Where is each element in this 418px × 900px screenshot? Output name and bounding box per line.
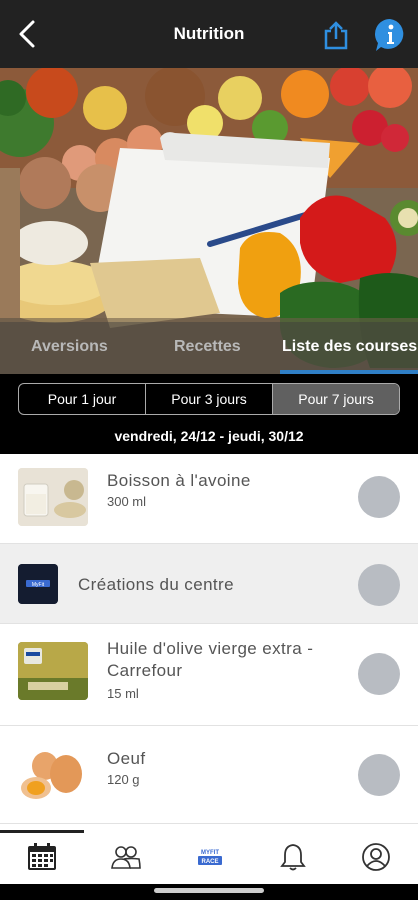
profile-icon[interactable] <box>360 842 392 872</box>
page-title: Nutrition <box>173 24 245 43</box>
svg-text:RACE: RACE <box>201 859 218 865</box>
tab-liste-des-courses[interactable]: Liste des courses <box>282 338 417 356</box>
period-1-day-button[interactable]: Pour 1 jour <box>19 384 146 414</box>
period-7-days-button[interactable]: Pour 7 jours <box>273 384 399 414</box>
calendar-icon[interactable] <box>26 842 58 872</box>
item-name: Huile d'olive vierge extra - Carrefour <box>107 639 314 680</box>
top-app-bar: Nutrition <box>0 0 418 68</box>
group-icon[interactable] <box>110 842 142 872</box>
period-segmented-control: Pour 1 jour Pour 3 jours Pour 7 jours <box>18 383 400 415</box>
group-check-toggle[interactable] <box>358 564 400 606</box>
tab-aversions[interactable]: Aversions <box>31 338 108 356</box>
svg-text:MyFit: MyFit <box>32 582 45 588</box>
period-bar: Pour 1 jour Pour 3 jours Pour 7 jours ve… <box>0 374 418 454</box>
system-nav-bar <box>0 884 418 900</box>
olive-oil-thumbnail <box>18 642 88 700</box>
hero-food-image: Aversions Recettes Liste des courses <box>0 68 418 374</box>
bottom-nav-bar: MYFIT RACE <box>0 830 418 884</box>
list-item[interactable]: Boisson à l'avoine 300 ml <box>0 454 418 544</box>
item-name: Oeuf <box>107 749 146 768</box>
item-check-toggle[interactable] <box>358 653 400 695</box>
brand-logo-icon[interactable]: MYFIT RACE <box>193 842 227 872</box>
back-chevron-icon[interactable] <box>14 18 42 50</box>
item-check-toggle[interactable] <box>358 476 400 518</box>
bell-icon[interactable] <box>277 842 309 872</box>
list-group-header[interactable]: MyFit Créations du centre <box>0 544 418 624</box>
item-quantity: 15 ml <box>107 686 139 701</box>
item-quantity: 300 ml <box>107 494 147 509</box>
home-indicator[interactable] <box>154 888 264 893</box>
shopping-list: Boisson à l'avoine 300 ml MyFit Création… <box>0 454 418 832</box>
svg-text:MYFIT: MYFIT <box>201 850 219 856</box>
list-item[interactable]: Oeuf 120 g <box>0 726 418 824</box>
egg-thumbnail <box>18 746 88 804</box>
centre-logo-icon: MyFit <box>18 564 58 604</box>
date-range-label: vendredi, 24/12 - jeudi, 30/12 <box>114 428 304 444</box>
period-3-days-button[interactable]: Pour 3 jours <box>146 384 273 414</box>
share-icon[interactable] <box>322 20 350 50</box>
tab-recettes[interactable]: Recettes <box>174 338 241 356</box>
item-name: Boisson à l'avoine <box>107 471 251 490</box>
group-name: Créations du centre <box>78 575 234 594</box>
content-tabs: Aversions Recettes Liste des courses <box>0 322 418 374</box>
bottom-nav-active-indicator <box>0 830 84 833</box>
oat-drink-thumbnail <box>18 468 88 526</box>
info-icon[interactable] <box>373 17 407 53</box>
list-item[interactable]: Huile d'olive vierge extra - Carrefour 1… <box>0 624 418 726</box>
item-check-toggle[interactable] <box>358 754 400 796</box>
item-quantity: 120 g <box>107 772 140 787</box>
